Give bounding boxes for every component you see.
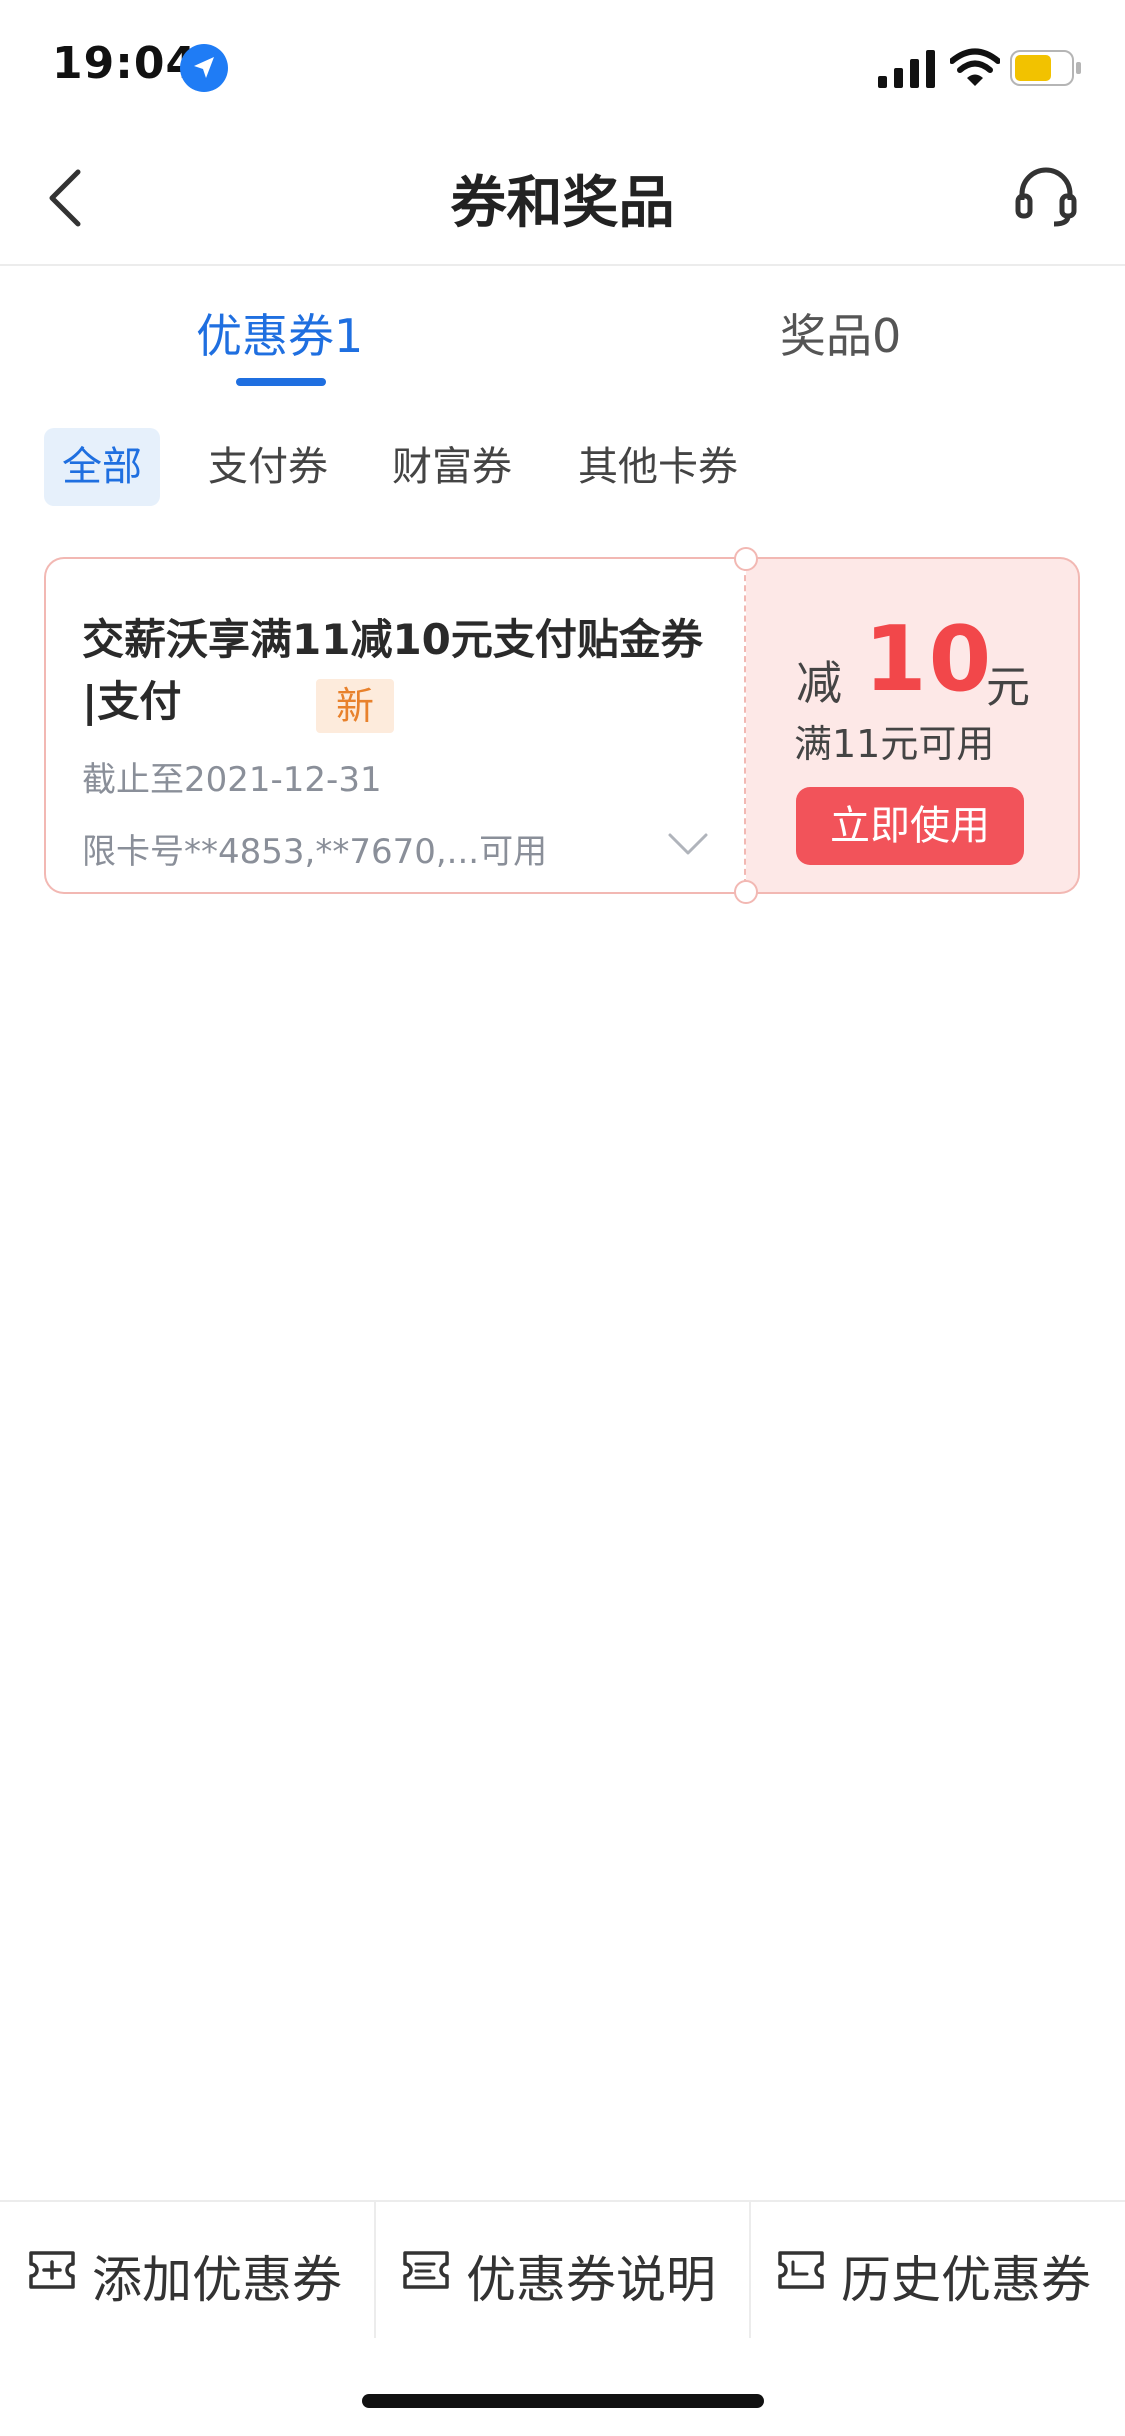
coupon-notch-top: [734, 547, 758, 571]
coupon-threshold: 满11元可用: [794, 722, 995, 766]
use-now-button[interactable]: 立即使用: [796, 787, 1024, 865]
main-tabs: 优惠券1 奖品0: [0, 290, 1125, 400]
tab-prizes[interactable]: 奖品0: [780, 300, 901, 366]
chevron-down-icon[interactable]: [666, 829, 710, 859]
reduce-unit: 元: [986, 662, 1030, 713]
battery-icon: [1010, 50, 1081, 86]
bottom-bar: 添加优惠券 优惠券说明 历史优惠券: [0, 2200, 1125, 2338]
coupon-notch-bottom: [734, 880, 758, 904]
active-tab-indicator: [236, 378, 326, 386]
signal-icon: [878, 50, 935, 88]
coupon-card-restriction: 限卡号**4853,**7670,...可用: [82, 832, 548, 872]
nav-bar: 券和奖品: [0, 130, 1125, 266]
filter-payment-coupons[interactable]: 支付券: [190, 428, 346, 506]
add-coupon-label: 添加优惠券: [92, 2251, 342, 2309]
reduce-amount: 10: [864, 607, 994, 712]
page-title: 券和奖品: [450, 171, 675, 236]
location-arrow-icon: [180, 44, 228, 92]
ticket-info-icon: [403, 2251, 449, 2289]
tab-coupons[interactable]: 优惠券1: [196, 300, 363, 366]
coupon-card[interactable]: 交薪沃享满11减10元支付贴金券 |支付 新 截止至2021-12-31 限卡号…: [44, 547, 1080, 904]
status-time: 19:04: [52, 38, 198, 89]
reduce-prefix: 减: [796, 656, 842, 710]
filter-other-cards[interactable]: 其他卡券: [560, 428, 756, 506]
coupon-rules-label: 优惠券说明: [466, 2251, 716, 2309]
filter-all[interactable]: 全部: [44, 428, 160, 506]
headset-icon[interactable]: [1014, 164, 1078, 228]
add-coupon-button[interactable]: 添加优惠券: [0, 2202, 374, 2338]
coupon-expiry: 截止至2021-12-31: [82, 760, 382, 800]
wifi-icon: [950, 48, 1000, 86]
status-bar: 19:04: [0, 0, 1125, 130]
add-ticket-icon: [29, 2251, 75, 2289]
coupon-rules-button[interactable]: 优惠券说明: [376, 2202, 750, 2338]
new-badge: 新: [316, 679, 394, 733]
ticket-history-icon: [778, 2251, 824, 2289]
coupon-info: 交薪沃享满11减10元支付贴金券 |支付 新 截止至2021-12-31 限卡号…: [44, 557, 746, 894]
history-coupons-button[interactable]: 历史优惠券: [751, 2202, 1125, 2338]
coupon-title: 交薪沃享满11减10元支付贴金券 |支付: [82, 615, 703, 726]
coupon-value-panel: 减 10 元 满11元可用 立即使用: [746, 557, 1080, 894]
filter-wealth-coupons[interactable]: 财富券: [374, 428, 530, 506]
history-coupons-label: 历史优惠券: [841, 2251, 1091, 2309]
home-indicator: [362, 2394, 764, 2408]
